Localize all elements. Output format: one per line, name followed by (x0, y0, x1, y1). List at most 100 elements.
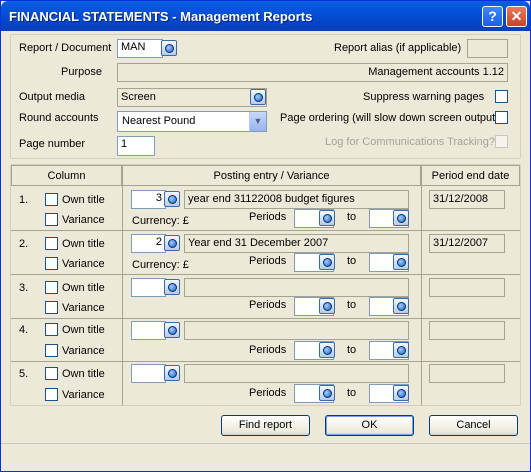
own-title-checkbox[interactable] (45, 367, 58, 380)
divider (122, 186, 123, 405)
own-title-label: Own title (62, 324, 105, 336)
report-document-input[interactable]: MAN (117, 39, 163, 58)
period-end-header: Period end date (421, 165, 520, 186)
posting-entry-lookup-icon[interactable] (164, 322, 180, 338)
posting-description: year end 31122008 budget figures (184, 190, 409, 209)
posting-entry-lookup-icon[interactable] (164, 191, 180, 207)
output-media-field: Screen (117, 88, 267, 107)
period-end-date (429, 278, 505, 297)
divider (421, 186, 422, 405)
to-label: to (347, 387, 357, 399)
to-label: to (347, 299, 357, 311)
ok-button[interactable]: OK (325, 415, 414, 436)
posting-entry-input[interactable] (131, 364, 166, 383)
posting-description (184, 321, 409, 340)
row-number: 2. (19, 238, 29, 250)
to-label: to (347, 211, 357, 223)
variance-checkbox[interactable] (45, 213, 58, 226)
divider (11, 230, 520, 231)
report-lookup-icon[interactable] (161, 40, 177, 56)
period-to-lookup-icon[interactable] (393, 342, 409, 358)
suppress-warning-label: Suppress warning pages (363, 91, 485, 103)
variance-checkbox[interactable] (45, 301, 58, 314)
chevron-down-icon[interactable]: ▼ (249, 112, 266, 131)
page-number-input[interactable]: 1 (117, 136, 155, 156)
divider (11, 361, 520, 362)
row-number: 4. (19, 324, 29, 336)
round-accounts-label: Round accounts (19, 112, 99, 124)
status-bar (1, 443, 530, 471)
variance-checkbox[interactable] (45, 344, 58, 357)
period-from-lookup-icon[interactable] (319, 254, 335, 270)
financial-statements-window: FINANCIAL STATEMENTS - Management Report… (0, 0, 531, 472)
variance-label: Variance (62, 258, 105, 270)
posting-entry-lookup-icon[interactable] (164, 365, 180, 381)
to-label: to (347, 344, 357, 356)
own-title-checkbox[interactable] (45, 193, 58, 206)
posting-entry-lookup-icon[interactable] (164, 279, 180, 295)
currency-label: Currency: £ (132, 259, 189, 271)
log-communications-checkbox (495, 135, 508, 148)
period-to-lookup-icon[interactable] (393, 385, 409, 401)
divider (11, 274, 520, 275)
cancel-button[interactable]: Cancel (429, 415, 518, 436)
close-button[interactable]: ✕ (506, 6, 527, 27)
period-from-lookup-icon[interactable] (319, 298, 335, 314)
period-end-date: 31/12/2008 (429, 190, 505, 209)
posting-entry-lookup-icon[interactable] (164, 235, 180, 251)
currency-label: Currency: £ (132, 215, 189, 227)
output-media-label: Output media (19, 91, 86, 103)
find-report-button[interactable]: Find report (221, 415, 310, 436)
period-to-lookup-icon[interactable] (393, 210, 409, 226)
period-from-lookup-icon[interactable] (319, 342, 335, 358)
suppress-warning-checkbox[interactable] (495, 90, 508, 103)
periods-label: Periods (249, 344, 287, 356)
variance-label: Variance (62, 345, 105, 357)
page-ordering-checkbox[interactable] (495, 111, 508, 124)
variance-checkbox[interactable] (45, 257, 58, 270)
posting-description (184, 278, 409, 297)
variance-checkbox[interactable] (45, 388, 58, 401)
periods-label: Periods (249, 211, 287, 223)
variance-label: Variance (62, 389, 105, 401)
period-end-date (429, 321, 505, 340)
own-title-label: Own title (62, 238, 105, 250)
column-header: Column (11, 165, 122, 186)
own-title-label: Own title (62, 194, 105, 206)
divider (11, 318, 520, 319)
posting-entry-input[interactable] (131, 278, 166, 297)
posting-description (184, 364, 409, 383)
report-alias-field (467, 39, 508, 58)
report-document-label: Report / Document (19, 42, 112, 54)
periods-label: Periods (249, 387, 287, 399)
row-number: 1. (19, 194, 29, 206)
own-title-label: Own title (62, 282, 105, 294)
period-end-date (429, 364, 505, 383)
title-bar[interactable]: FINANCIAL STATEMENTS - Management Report… (1, 1, 530, 31)
own-title-checkbox[interactable] (45, 237, 58, 250)
help-button[interactable]: ? (482, 6, 503, 27)
posting-entry-input[interactable]: 3 (131, 190, 166, 209)
page-number-label: Page number (19, 138, 86, 150)
period-from-lookup-icon[interactable] (319, 210, 335, 226)
own-title-label: Own title (62, 368, 105, 380)
row-number: 3. (19, 282, 29, 294)
report-alias-label: Report alias (if applicable) (334, 42, 462, 54)
period-to-lookup-icon[interactable] (393, 254, 409, 270)
purpose-label: Purpose (61, 66, 102, 78)
window-title: FINANCIAL STATEMENTS - Management Report… (9, 9, 313, 24)
round-accounts-select[interactable]: Nearest Pound ▼ (117, 111, 267, 132)
period-from-lookup-icon[interactable] (319, 385, 335, 401)
output-media-lookup-icon[interactable] (250, 89, 266, 105)
posting-entry-input[interactable] (131, 321, 166, 340)
posting-entry-header: Posting entry / Variance (122, 165, 421, 186)
periods-label: Periods (249, 255, 287, 267)
row-number: 5. (19, 368, 29, 380)
own-title-checkbox[interactable] (45, 323, 58, 336)
posting-description: Year end 31 December 2007 (184, 234, 409, 253)
own-title-checkbox[interactable] (45, 281, 58, 294)
period-to-lookup-icon[interactable] (393, 298, 409, 314)
page-ordering-label: Page ordering (will slow down screen out… (280, 112, 499, 124)
variance-label: Variance (62, 214, 105, 226)
posting-entry-input[interactable]: 2 (131, 234, 166, 253)
